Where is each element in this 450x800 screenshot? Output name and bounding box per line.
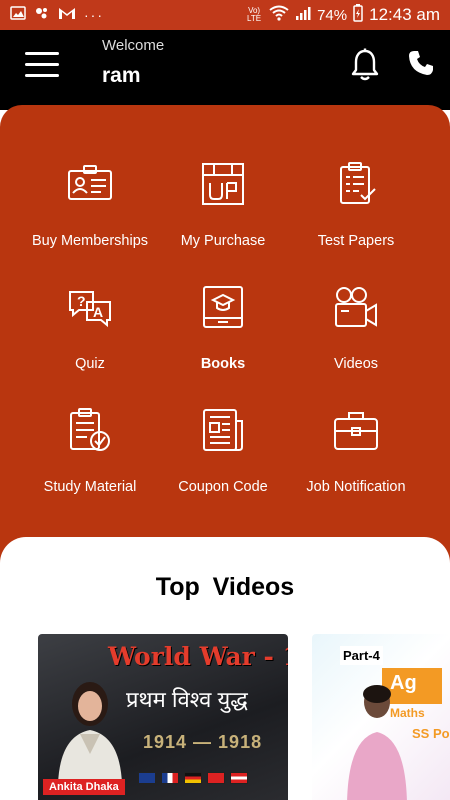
menu-button[interactable] <box>25 52 59 80</box>
bell-icon[interactable] <box>350 48 380 87</box>
flags-row <box>138 772 248 784</box>
video-subject-2: SS Pol <box>412 726 450 741</box>
menu-item-coupon-code[interactable]: Coupon Code <box>148 407 298 517</box>
checklist-clipboard-icon <box>333 161 379 207</box>
menu-item-label: My Purchase <box>180 233 266 249</box>
app-header: Welcome ram <box>0 30 450 110</box>
menu-item-job-notification[interactable]: Job Notification <box>281 407 431 517</box>
id-card-icon <box>67 161 113 207</box>
overflow-dots: ··· <box>84 7 104 23</box>
menu-item-study-material[interactable]: Study Material <box>15 407 165 517</box>
menu-line <box>25 63 59 66</box>
status-bar-right: Vo) LTE 74% 12:43 am <box>245 4 440 26</box>
presenter-image <box>342 664 412 800</box>
video-part-label: Part-4 <box>340 646 383 665</box>
menu-item-label: Books <box>200 356 246 372</box>
section-title: Top Videos <box>155 573 295 601</box>
quiz-chat-icon: ? A <box>67 284 113 330</box>
gmail-icon <box>58 6 76 24</box>
flag-icon <box>230 772 248 784</box>
menu-item-buy-memberships[interactable]: Buy Memberships <box>15 161 165 271</box>
newspaper-icon <box>200 407 246 453</box>
clock: 12:43 am <box>369 5 440 24</box>
flag-icon <box>207 772 225 784</box>
menu-item-quiz[interactable]: ? A Quiz <box>15 284 165 394</box>
purchase-bag-icon <box>200 161 246 207</box>
presenter-image <box>50 674 130 784</box>
status-bar-left: ··· <box>10 6 104 24</box>
menu-item-label: Videos <box>333 356 379 372</box>
menu-panel: Buy Memberships My Purchase Test Papers … <box>0 105 450 585</box>
menu-item-test-papers[interactable]: Test Papers <box>281 161 431 271</box>
menu-item-label: Test Papers <box>317 233 395 249</box>
book-icon <box>200 284 246 330</box>
presenter-name: Ankita Dhaka <box>43 779 125 795</box>
clipboard-check-icon <box>67 407 113 453</box>
video-title: World War - 1 <box>108 642 288 671</box>
username-label: ram <box>102 64 141 87</box>
menu-line <box>25 52 59 55</box>
video-card[interactable]: Part-4 Ag Maths SS Pol <box>312 634 450 800</box>
menu-item-videos[interactable]: Videos <box>281 284 431 394</box>
flag-icon <box>184 772 202 784</box>
menu-item-label: Coupon Code <box>178 479 268 495</box>
briefcase-icon <box>333 407 379 453</box>
battery-percent: 74% <box>317 6 348 24</box>
menu-item-label: Job Notification <box>306 479 406 495</box>
flag-icon <box>161 772 179 784</box>
menu-item-label: Quiz <box>75 356 105 372</box>
flag-icon <box>138 772 156 784</box>
phone-icon[interactable] <box>408 50 434 81</box>
signal-icon <box>295 5 311 25</box>
menu-item-label: Study Material <box>43 479 137 495</box>
menu-line <box>25 74 59 77</box>
top-videos-section: Top Videos World War - 1 प्रथम विश्व युद… <box>0 537 450 800</box>
video-card[interactable]: World War - 1 प्रथम विश्व युद्ध 1914 — 1… <box>38 634 288 800</box>
menu-item-my-purchase[interactable]: My Purchase <box>148 161 298 271</box>
menu-item-books[interactable]: Books <box>148 284 298 394</box>
gallery-icon <box>10 6 26 24</box>
battery-charging-icon <box>353 4 363 26</box>
video-years: 1914 — 1918 <box>143 732 263 752</box>
dots-cluster-icon <box>34 6 50 24</box>
menu-item-label: Buy Memberships <box>31 233 149 249</box>
wifi-icon <box>269 5 289 25</box>
network-label: Vo) LTE <box>247 6 262 23</box>
status-bar: ··· Vo) LTE 74% 12:43 am <box>0 0 450 30</box>
welcome-label: Welcome <box>102 37 165 54</box>
svg-text:A: A <box>93 304 103 320</box>
video-camera-icon <box>333 284 379 330</box>
svg-text:?: ? <box>77 293 86 309</box>
video-subtitle: प्रथम विश्व युद्ध <box>126 687 248 712</box>
